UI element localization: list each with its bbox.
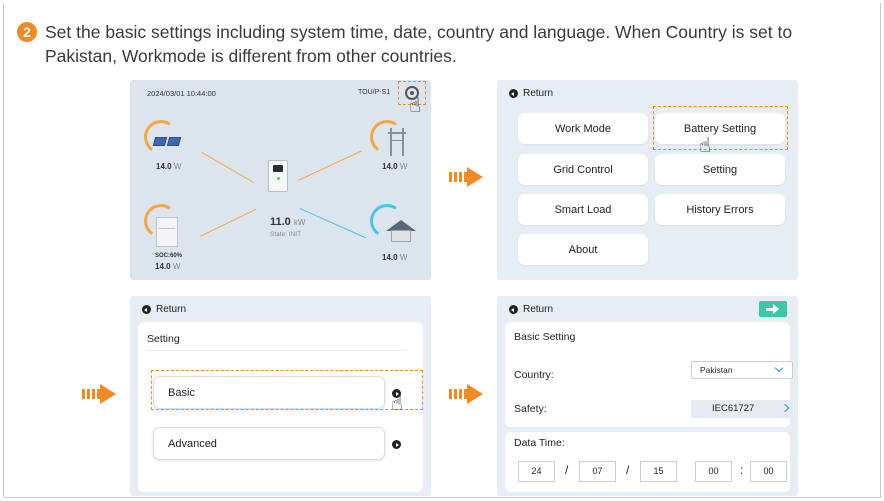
chevron-right-icon bbox=[780, 403, 790, 413]
tap-hand-icon: ☝ bbox=[699, 135, 712, 157]
chevron-right-icon bbox=[392, 440, 401, 449]
datetime-display: 2024/03/01 10:44:00 bbox=[147, 89, 216, 98]
date-separator: / bbox=[626, 463, 630, 477]
inverter-state: State: INIT bbox=[270, 231, 302, 238]
history-errors-button[interactable]: History Errors bbox=[655, 194, 785, 225]
return-button[interactable]: Return bbox=[509, 304, 553, 315]
year-field[interactable]: 24 bbox=[518, 461, 555, 482]
time-separator: : bbox=[740, 463, 744, 477]
basic-setting-card: Basic Setting Country: Pakistan Safety: … bbox=[505, 322, 793, 427]
country-label: Country: bbox=[514, 369, 554, 381]
step-number-badge: 2 bbox=[17, 22, 37, 42]
country-select[interactable]: Pakistan bbox=[691, 361, 793, 379]
datetime-label: Data Time: bbox=[514, 437, 565, 449]
setting-button[interactable]: Setting bbox=[655, 154, 785, 185]
next-arrow-button[interactable] bbox=[759, 301, 787, 317]
solar-panel-icon bbox=[152, 137, 168, 146]
grid-power: 14.0 W bbox=[382, 162, 408, 171]
menu-screen: Return Work Mode Battery Setting ☝ Grid … bbox=[497, 80, 798, 280]
battery-power: 14.0 W bbox=[155, 262, 181, 271]
hour-field[interactable]: 00 bbox=[695, 461, 732, 482]
pv-power: 14.0 W bbox=[156, 162, 182, 171]
advanced-row[interactable]: Advanced bbox=[153, 427, 401, 460]
tap-hand-icon: ☝ bbox=[391, 393, 404, 415]
house-icon bbox=[386, 220, 416, 242]
smart-load-button[interactable]: Smart Load bbox=[518, 194, 648, 225]
back-icon bbox=[142, 305, 151, 314]
grid-control-button[interactable]: Grid Control bbox=[518, 154, 648, 185]
battery-icon bbox=[156, 217, 178, 247]
month-field[interactable]: 07 bbox=[579, 461, 616, 482]
return-button[interactable]: Return bbox=[509, 88, 553, 99]
minute-field[interactable]: 00 bbox=[750, 461, 787, 482]
flow-line-pv bbox=[201, 152, 254, 183]
safety-label: Safety: bbox=[514, 403, 547, 415]
day-field[interactable]: 15 bbox=[640, 461, 677, 482]
highlight-box bbox=[151, 370, 423, 410]
basic-setting-title: Basic Setting bbox=[514, 331, 576, 343]
setting-card: Setting Basic ☝ Advanced bbox=[138, 322, 423, 492]
chevron-down-icon bbox=[774, 363, 784, 373]
next-step-arrow-icon bbox=[449, 384, 483, 404]
flow-line-load bbox=[299, 208, 366, 239]
load-power: 14.0 W bbox=[382, 253, 408, 262]
home-screen: 2024/03/01 10:44:00 TOU/P-S1 ☝ 14.0 W 14… bbox=[130, 80, 431, 280]
flow-line-battery bbox=[200, 208, 257, 237]
about-button[interactable]: About bbox=[518, 234, 648, 265]
next-step-arrow-icon bbox=[449, 167, 483, 187]
work-mode-button[interactable]: Work Mode bbox=[518, 113, 648, 144]
safety-selector[interactable]: IEC61727 bbox=[691, 400, 793, 418]
instruction-text: Set the basic settings including system … bbox=[45, 22, 793, 66]
mode-display: TOU/P-S1 bbox=[358, 89, 391, 96]
basic-setting-screen: Return Basic Setting Country: Pakistan S… bbox=[497, 296, 798, 496]
divider bbox=[147, 350, 407, 351]
back-icon bbox=[509, 89, 518, 98]
grid-tower-icon bbox=[388, 128, 406, 156]
tap-hand-icon: ☝ bbox=[409, 95, 422, 117]
setting-screen: Return Setting Basic ☝ Advanced bbox=[130, 296, 431, 496]
solar-panel-icon bbox=[166, 137, 182, 146]
highlight-box bbox=[653, 106, 788, 150]
back-icon bbox=[509, 305, 518, 314]
setting-title: Setting bbox=[147, 333, 180, 345]
next-step-arrow-icon bbox=[82, 384, 116, 404]
battery-soc: SOC:60% bbox=[155, 253, 183, 259]
return-button[interactable]: Return bbox=[142, 304, 186, 315]
inverter-icon bbox=[268, 160, 288, 192]
date-separator: / bbox=[565, 463, 569, 477]
inverter-power: 11.0 kW bbox=[270, 216, 306, 228]
flow-line-grid bbox=[298, 150, 362, 181]
